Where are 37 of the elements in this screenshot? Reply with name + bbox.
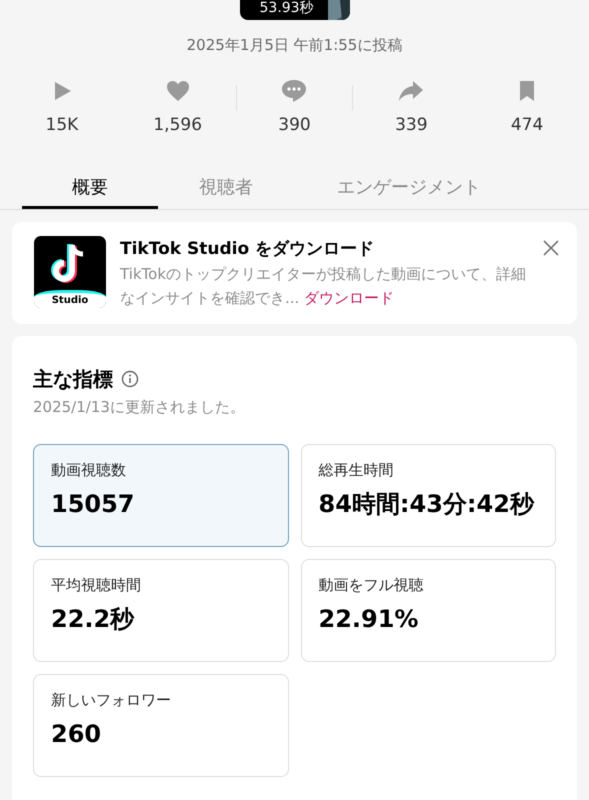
tab[interactable]: 概要 [22,168,158,208]
metric-card[interactable]: 動画をフル視聴 22.91% [300,559,556,662]
posted-date: 2025年1月5日 午前1:55に投稿 [186,36,402,54]
heart-icon [166,80,190,102]
stat-count: 474 [510,114,544,137]
banner-title: TikTok Studio をダウンロード [120,238,376,260]
stat-count: 1,596 [153,114,202,137]
metric-value: 22.2秒 [51,604,134,634]
close-icon [543,240,559,256]
share-icon [398,80,424,102]
video-thumbnail[interactable]: 53.93秒 [240,0,350,20]
metric-card[interactable]: 動画視聴数 15057 [33,444,288,547]
metric-label: 動画視聴数 [51,460,126,481]
metric-value: 22.91% [318,604,418,634]
download-link[interactable]: ダウンロード [304,288,394,306]
video-duration: 53.93秒 [260,0,314,17]
bookmark-icon [518,80,536,102]
metric-label: 動画をフル視聴 [318,575,424,596]
metric-label: 平均視聴時間 [51,575,141,596]
app-label: Studio [52,294,88,308]
metric-value: 260 [51,718,102,750]
metric-card[interactable]: 総再生時間 84時間:43分:42秒 [300,444,556,547]
metric-label: 総再生時間 [318,460,394,481]
stat-count: 390 [278,114,311,137]
info-icon[interactable] [121,370,139,388]
banner-description: TikTokのトップクリエイターが投稿した動画について、詳細なインサイトを確認でき... ダウンロード [120,264,528,308]
updated-note: 2025/1/13に更新されました。 [33,396,246,418]
metric-value: 84時間:43分:42秒 [318,488,534,520]
section-title: 主な指標 [33,366,113,392]
metric-card[interactable]: 新しいフォロワー 260 [33,674,288,777]
comment-icon [281,79,308,103]
stat-count: 15K [46,114,78,137]
metric-card[interactable]: 平均視聴時間 22.2秒 [33,559,288,662]
close-button[interactable] [541,238,561,258]
stat-count: 339 [395,114,428,137]
metric-value: 15057 [51,488,134,520]
metric-label: 新しいフォロワー [51,690,171,711]
